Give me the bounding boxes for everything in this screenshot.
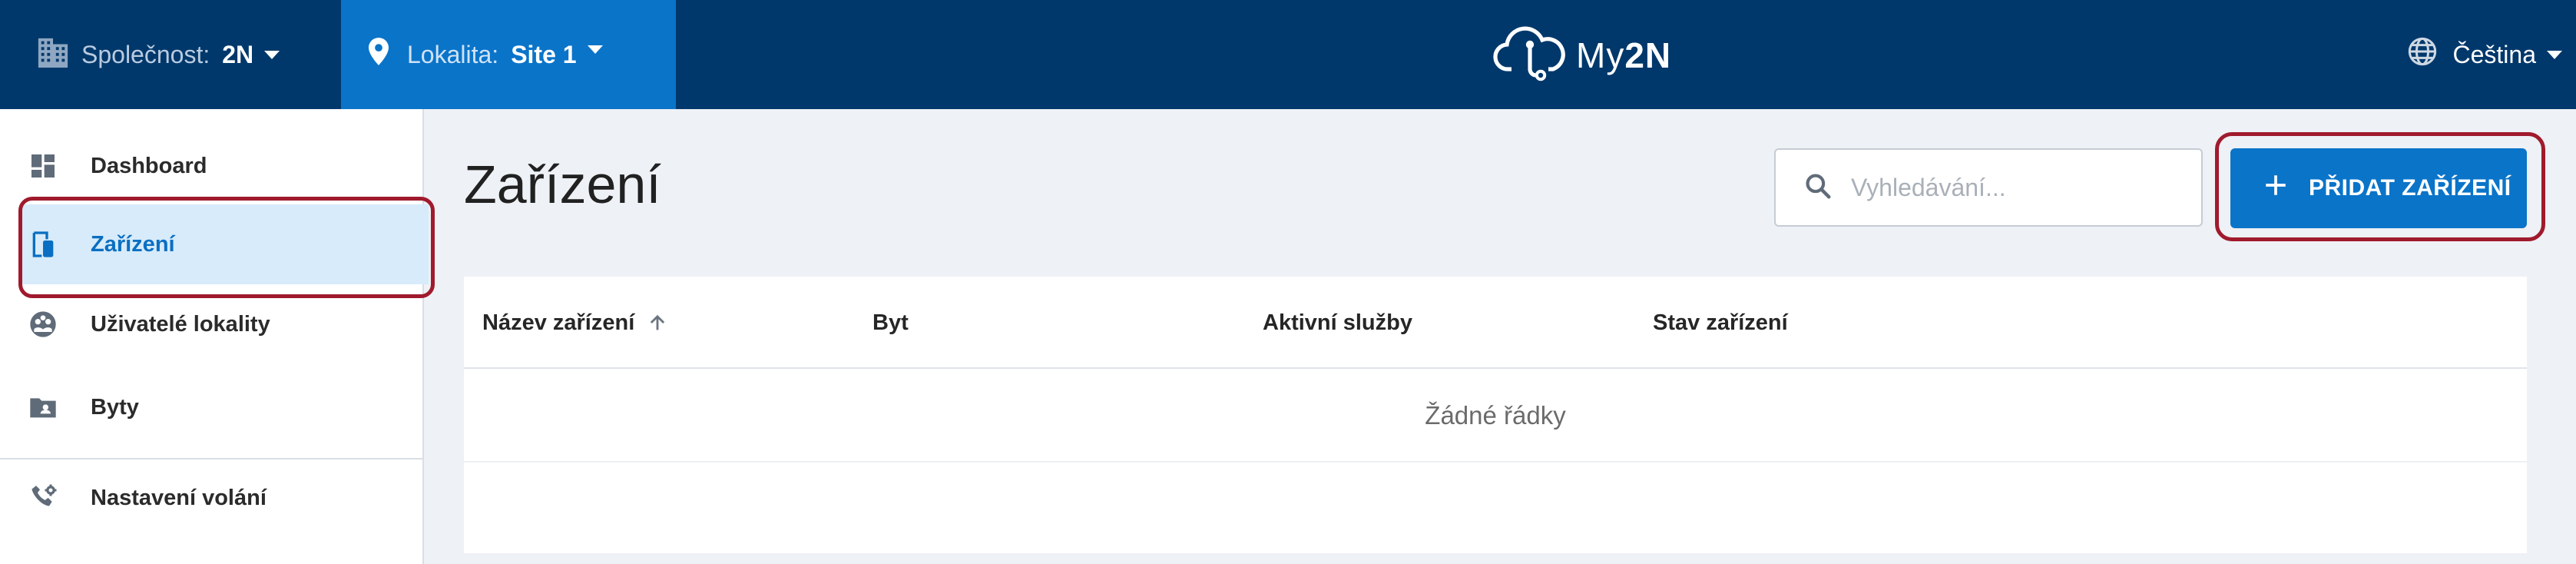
sidebar: Dashboard Zařízení Uživatelé lokality By… [0,109,429,564]
top-bar: Společnost: 2N Lokalita: Site 1 My2N Češ… [0,0,2576,109]
column-header-device-name[interactable]: Název zařízení [482,277,668,369]
site-selector[interactable]: Lokalita: Site 1 [341,0,676,109]
logo-text-my: My [1576,35,1625,75]
sort-ascending-icon[interactable] [647,312,668,333]
site-label: Lokalita: [407,40,499,68]
highlight-frame-devices [18,197,435,298]
my2n-logo[interactable]: My2N [1493,26,1671,85]
column-header-label: Stav zařízení [1653,310,1788,335]
search-icon [1803,171,1833,204]
company-value: 2N [222,40,254,68]
sidebar-item-label: Nastavení volání [91,485,267,510]
sidebar-item-label: Byty [91,394,139,420]
logo-text: My2N [1576,35,1671,76]
sidebar-item-label: Dashboard [91,153,207,178]
table-header: Název zařízení Byt Aktivní služby Stav z… [464,277,2527,369]
column-header-label: Aktivní služby [1263,310,1412,335]
chevron-down-icon [2547,50,2562,59]
sidebar-item-apartments[interactable]: Byty [0,367,424,447]
sidebar-item-call-settings[interactable]: Nastavení volání [0,458,424,538]
dashboard-icon [26,149,60,183]
sidebar-item-dashboard[interactable]: Dashboard [0,126,424,206]
language-selector[interactable]: Čeština [2407,0,2562,109]
language-value: Čeština [2452,40,2537,68]
column-header-active-services[interactable]: Aktivní služby [1263,277,1412,369]
search-input[interactable] [1851,173,2189,202]
call-settings-icon [26,481,60,515]
users-icon [26,307,60,341]
devices-table: Název zařízení Byt Aktivní služby Stav z… [464,277,2527,553]
site-value: Site 1 [511,40,577,68]
sidebar-item-label: Uživatelé lokality [91,311,270,337]
chevron-down-icon [264,50,280,59]
column-header-label: Byt [872,310,909,335]
cloud-logo-icon [1493,26,1567,85]
empty-rows-message: Žádné řádky [464,370,2527,463]
column-header-label: Název zařízení [482,310,635,335]
logo-text-2n: 2N [1624,35,1672,75]
building-icon [35,35,71,74]
column-header-device-status[interactable]: Stav zařízení [1653,277,1788,369]
company-label: Společnost: [81,40,210,68]
page-title: Zařízení [464,154,661,214]
highlight-frame-add-button [2215,132,2545,241]
chevron-down-icon [587,45,603,54]
column-header-apartment[interactable]: Byt [872,277,909,369]
search-box[interactable] [1774,148,2203,227]
globe-icon [2407,36,2438,73]
location-pin-icon [369,38,389,71]
apartments-icon [26,390,60,424]
company-selector[interactable]: Společnost: 2N [35,0,280,109]
